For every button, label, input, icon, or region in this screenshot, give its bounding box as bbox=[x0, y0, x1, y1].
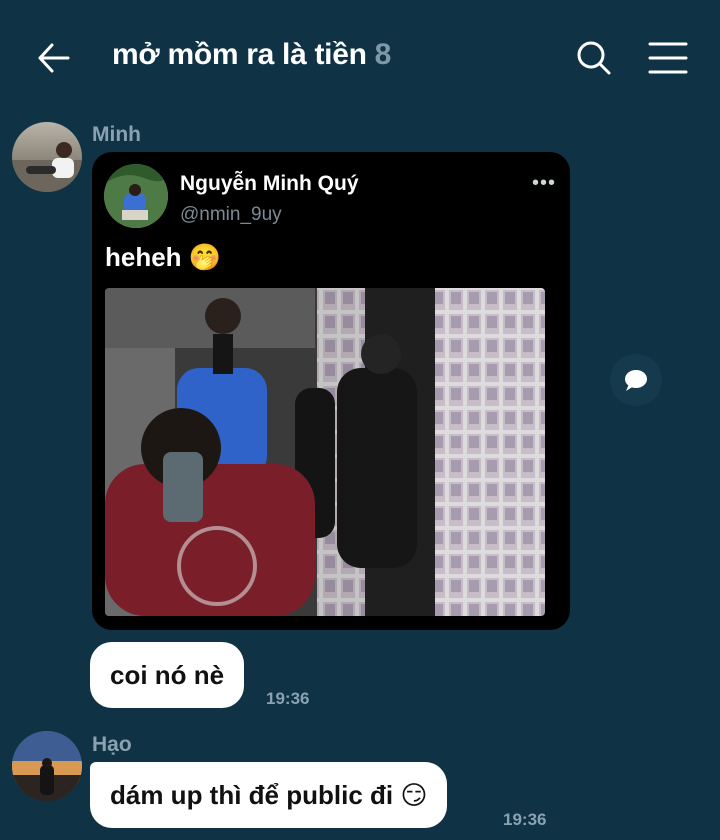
tweet-embed[interactable]: Nguyễn Minh Quý @nmin_9uy ••• heheh 🤭 bbox=[92, 152, 570, 630]
share-button[interactable] bbox=[610, 354, 662, 406]
tweet-text: heheh 🤭 bbox=[105, 242, 221, 273]
share-icon bbox=[625, 370, 647, 391]
search-button[interactable] bbox=[574, 38, 614, 78]
tweet-author-avatar[interactable] bbox=[104, 164, 168, 228]
search-icon bbox=[577, 41, 611, 75]
message-text: dám up thì để public đi bbox=[110, 780, 394, 810]
menu-button[interactable] bbox=[646, 38, 690, 78]
tweet-author-handle: @nmin_9uy bbox=[180, 204, 282, 225]
message-text: coi nó nè bbox=[110, 660, 225, 690]
message-bubble[interactable]: dám up thì để public đi 😏 bbox=[90, 762, 448, 828]
arrow-left-icon bbox=[38, 43, 70, 73]
group-name: mở mồm ra là tiền bbox=[112, 38, 367, 71]
member-count: 8 bbox=[374, 38, 392, 71]
menu-icon bbox=[648, 42, 688, 74]
tweet-photo[interactable] bbox=[105, 288, 545, 616]
message-bubble[interactable]: coi nó nè bbox=[90, 642, 245, 708]
message-time: 19:36 bbox=[266, 689, 310, 708]
tweet-author-name: Nguyễn Minh Quý bbox=[180, 172, 359, 195]
avatar-hao[interactable] bbox=[12, 731, 82, 801]
smirk-emoji: 😏 bbox=[400, 781, 428, 811]
back-button[interactable] bbox=[34, 38, 74, 78]
tweet-more-button[interactable]: ••• bbox=[532, 172, 556, 195]
tweet-text-body: heheh bbox=[105, 242, 182, 272]
sender-name: Minh bbox=[92, 123, 141, 146]
message-time: 19:36 bbox=[503, 810, 547, 829]
chat-title[interactable]: mở mồm ra là tiền 8 bbox=[112, 38, 391, 72]
avatar-minh[interactable] bbox=[12, 122, 82, 192]
hand-over-mouth-emoji: 🤭 bbox=[188, 243, 222, 273]
chat-header: mở mồm ra là tiền 8 bbox=[0, 0, 720, 112]
sender-name: Hạo bbox=[92, 733, 132, 756]
